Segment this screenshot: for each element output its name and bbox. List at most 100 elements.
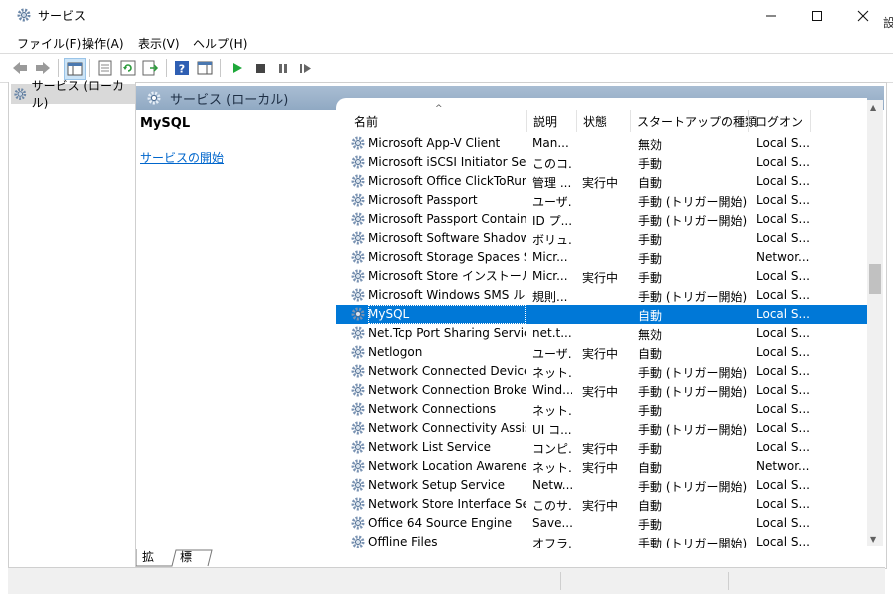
properties-button[interactable]: [95, 58, 115, 78]
maximize-icon: [812, 10, 822, 21]
action-pane-button[interactable]: [195, 58, 215, 78]
table-row[interactable]: Microsoft iSCSI Initiator Ser... このコ... 手動…: [336, 153, 867, 172]
column-header-description[interactable]: 説明: [533, 113, 557, 133]
table-row[interactable]: Network Store Interface Ser... このサ... 実行中 自…: [336, 495, 867, 514]
menu-action[interactable]: 操作(A): [82, 35, 124, 52]
service-gear-icon: [351, 136, 365, 150]
service-startup-type: 手動: [638, 157, 663, 171]
service-logon: Local S...: [756, 497, 810, 511]
column-header-status[interactable]: 状態: [583, 113, 607, 133]
panel-header-title: サービス (ローカル): [170, 92, 289, 108]
service-logon: Networ...: [756, 250, 810, 264]
scroll-up-arrow-icon[interactable]: ▲: [870, 103, 876, 112]
column-header-startup-type[interactable]: スタートアップの種類: [637, 113, 757, 133]
table-row[interactable]: Network Location Awareness ネット... 実行中 自動 Net…: [336, 457, 867, 476]
service-name: Microsoft iSCSI Initiator Ser...: [368, 155, 526, 169]
service-name: Network Connectivity Assist...: [368, 421, 526, 435]
service-description: ID プ...: [532, 214, 572, 228]
service-description: Wind...: [532, 383, 572, 397]
table-row[interactable]: Offline Files オフラ... 手動 (トリガー開始) Local S...: [336, 533, 867, 548]
table-row[interactable]: Microsoft Windows SMS ル... 規則... 手動 (トリガー開…: [336, 286, 867, 305]
table-row[interactable]: Microsoft App-V Client Man... 無効 Local S...: [336, 134, 867, 153]
service-description: 規則...: [532, 290, 568, 304]
table-row[interactable]: Network List Service コンピ... 実行中 手動 Local S..…: [336, 438, 867, 457]
help-icon: ?: [175, 61, 189, 76]
service-gear-icon: [351, 269, 365, 283]
minimize-button[interactable]: [748, 0, 794, 31]
service-logon: Local S...: [756, 402, 810, 416]
service-startup-type: 自動: [638, 176, 663, 190]
pause-service-button[interactable]: [273, 58, 293, 78]
column-header-name[interactable]: 名前: [354, 113, 378, 133]
table-row[interactable]: Microsoft Office ClickToRun... 管理 ... 実行中 自…: [336, 172, 867, 191]
table-row[interactable]: Microsoft Storage Spaces S... Micr... 手動 Ne…: [336, 248, 867, 267]
export-list-button[interactable]: [141, 58, 161, 78]
service-status: 実行中: [582, 385, 619, 399]
menu-view[interactable]: 表示(V): [138, 35, 180, 52]
service-startup-type: 手動: [638, 233, 663, 247]
service-gear-icon: [351, 155, 365, 169]
close-button[interactable]: [840, 0, 886, 31]
tree-item-services-local[interactable]: サービス (ローカル): [11, 79, 135, 110]
table-row[interactable]: Network Setup Service Netw... 手動 (トリガー開始) L…: [336, 476, 867, 495]
service-logon: Local S...: [756, 516, 810, 530]
tab-standard[interactable]: 標準: [180, 549, 192, 581]
service-logon: Local S...: [756, 326, 810, 340]
table-row[interactable]: Network Connections ネット... 手動 Local S...: [336, 400, 867, 419]
maximize-button[interactable]: [794, 0, 840, 31]
service-name: Network List Service: [368, 440, 492, 454]
service-name: Microsoft App-V Client: [368, 136, 501, 150]
table-row[interactable]: MySQL 自動 Local S...: [336, 305, 867, 324]
services-gear-icon: [17, 8, 31, 22]
service-startup-type: 手動: [638, 442, 663, 456]
toolbar-separator: [166, 59, 167, 77]
service-logon: Local S...: [756, 478, 810, 492]
service-name: Network Connections: [368, 402, 497, 416]
service-description: ネット...: [532, 461, 572, 475]
stop-service-button[interactable]: [250, 58, 270, 78]
table-row[interactable]: Microsoft Passport Container ID プ... 手動 (ト…: [336, 210, 867, 229]
status-bar: [8, 567, 885, 594]
column-header-logon[interactable]: ログオン: [755, 113, 803, 133]
column-divider: [526, 110, 527, 132]
service-description: Micr...: [532, 250, 568, 264]
console-tree: サービス (ローカル): [8, 79, 136, 567]
service-name: Network Location Awareness: [368, 459, 526, 473]
refresh-button[interactable]: [118, 58, 138, 78]
help-button[interactable]: ?: [172, 58, 192, 78]
resume-service-button[interactable]: [296, 58, 316, 78]
service-gear-icon: [351, 440, 365, 454]
service-logon: Local S...: [756, 440, 810, 454]
service-description: ネット...: [532, 404, 572, 418]
table-row[interactable]: Microsoft Passport ユーザ... 手動 (トリガー開始) Local…: [336, 191, 867, 210]
service-gear-icon: [351, 383, 365, 397]
status-divider: [728, 572, 729, 590]
service-name: Microsoft Office ClickToRun...: [368, 174, 526, 188]
service-startup-type: 自動: [638, 499, 663, 513]
menu-file[interactable]: ファイル(F): [17, 35, 81, 52]
column-divider: [576, 110, 577, 132]
table-row[interactable]: Net.Tcp Port Sharing Service net.t... 無効 Lo…: [336, 324, 867, 343]
service-description: Micr...: [532, 269, 568, 283]
table-row[interactable]: Microsoft Software Shadow... ボリュ... 手動 Loca…: [336, 229, 867, 248]
forward-button[interactable]: [33, 58, 53, 78]
table-row[interactable]: Netlogon ユーザ... 実行中 自動 Local S...: [336, 343, 867, 362]
scrollbar-thumb[interactable]: [869, 264, 881, 294]
start-service-button[interactable]: [227, 58, 247, 78]
start-service-link[interactable]: サービスの開始: [140, 149, 224, 166]
scroll-down-arrow-icon[interactable]: ▼: [870, 535, 876, 544]
service-startup-type: 手動 (トリガー開始): [638, 290, 748, 304]
service-gear-icon: [351, 326, 365, 340]
table-row[interactable]: Network Connectivity Assist... UI コ... 手動 …: [336, 419, 867, 438]
table-row[interactable]: Network Connected Device... ネット... 手動 (トリガ…: [336, 362, 867, 381]
service-description: Save...: [532, 516, 572, 530]
service-name: Microsoft Windows SMS ル...: [368, 288, 526, 302]
back-button[interactable]: [10, 58, 30, 78]
table-row[interactable]: Office 64 Source Engine Save... 手動 Local S.…: [336, 514, 867, 533]
vertical-scrollbar[interactable]: [867, 100, 883, 546]
tab-extended[interactable]: 拡張: [142, 549, 154, 581]
service-name: Microsoft Storage Spaces S...: [368, 250, 526, 264]
menu-help[interactable]: ヘルプ(H): [193, 35, 247, 52]
table-row[interactable]: Network Connection Broker Wind... 実行中 手動 (ト…: [336, 381, 867, 400]
table-row[interactable]: Microsoft Store インストール ... Micr... 実行中 手動 Lo…: [336, 267, 867, 286]
